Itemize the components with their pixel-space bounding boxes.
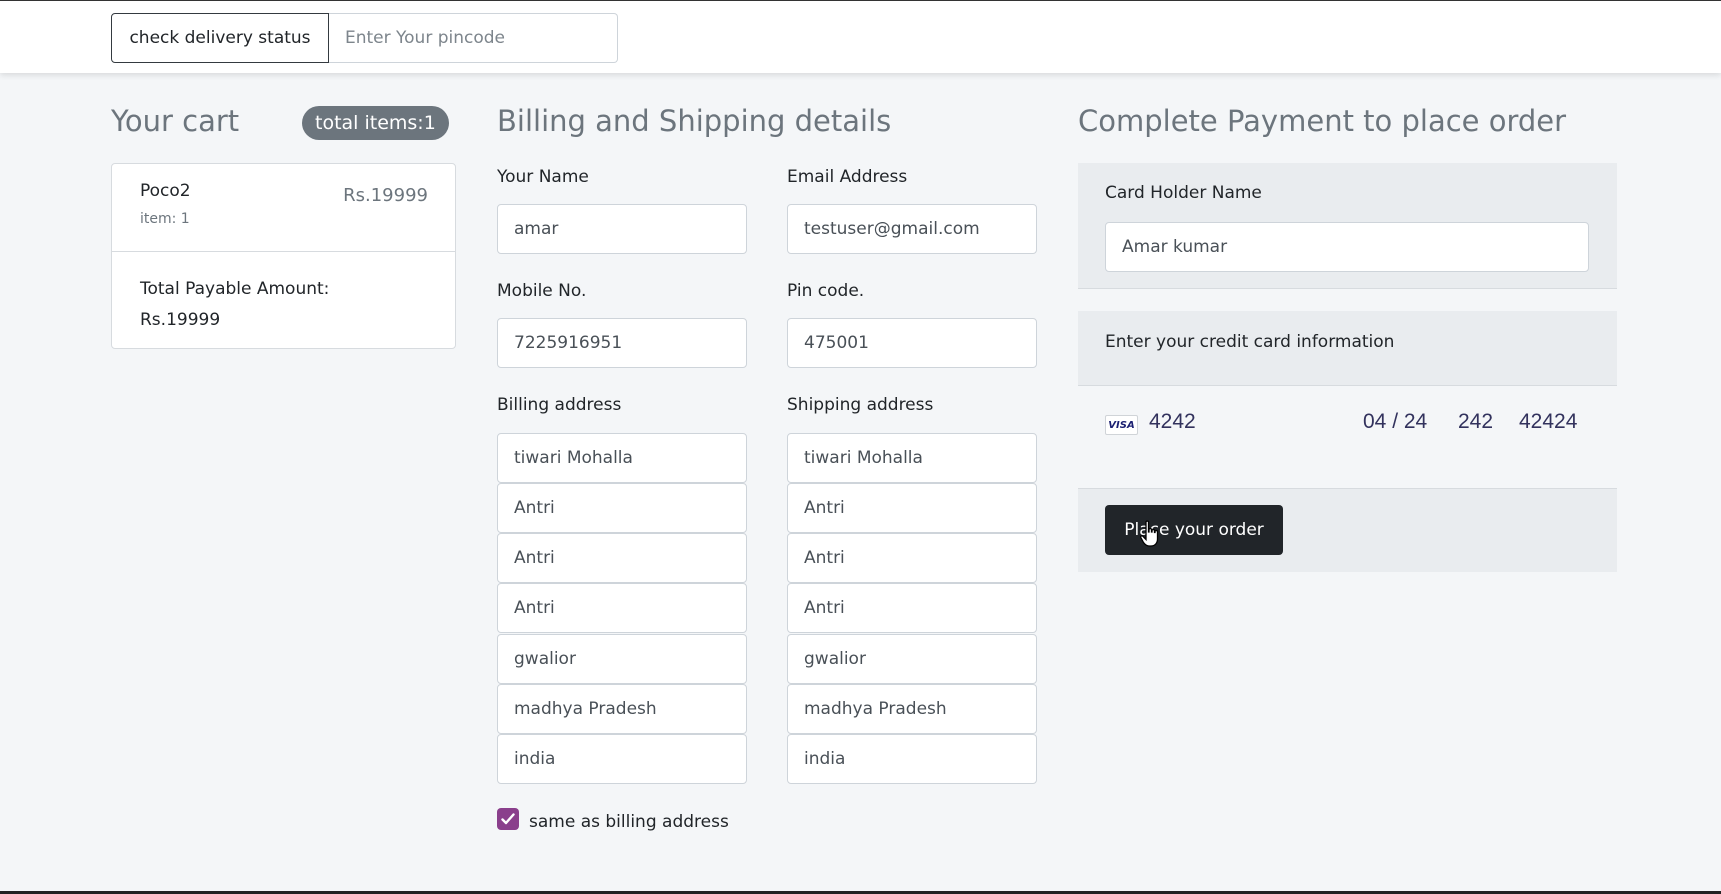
billing-address-line[interactable] (497, 483, 747, 533)
visa-icon: VISA (1105, 415, 1138, 435)
check-delivery-button[interactable]: check delivery status (111, 13, 329, 63)
shipping-address-line[interactable] (787, 433, 1037, 483)
mobile-label: Mobile No. (497, 281, 587, 301)
billing-address-line[interactable] (497, 684, 747, 734)
same-as-billing-checkbox[interactable] (497, 808, 519, 830)
place-order-button[interactable]: Place your order (1105, 505, 1283, 555)
cart-list: Poco2 item: 1 Rs.19999 Total Payable Amo… (111, 163, 456, 349)
shipping-address-line[interactable] (787, 483, 1037, 533)
total-payable-label: Total Payable Amount: (140, 279, 330, 299)
cart-item: Poco2 item: 1 Rs.19999 (112, 164, 455, 252)
card-holder-label: Card Holder Name (1105, 183, 1262, 203)
top-bar: check delivery status (0, 0, 1721, 73)
email-input[interactable] (787, 204, 1037, 254)
pincode-input[interactable] (329, 13, 618, 63)
billing-heading: Billing and Shipping details (497, 104, 892, 138)
shipping-address-line[interactable] (787, 533, 1037, 583)
check-icon (501, 813, 515, 825)
card-expiry-input[interactable]: 04 / 24 (1363, 410, 1427, 434)
billing-address-line[interactable] (497, 634, 747, 684)
total-items-badge: total items:1 (302, 106, 449, 140)
delivery-check-group: check delivery status (111, 13, 618, 63)
billing-address-line[interactable] (497, 583, 747, 633)
card-number-input[interactable]: 4242 (1149, 410, 1196, 434)
cart-item-quantity: item: 1 (140, 211, 190, 227)
card-holder-input[interactable] (1105, 222, 1589, 272)
shipping-address-line[interactable] (787, 734, 1037, 784)
email-label: Email Address (787, 167, 908, 187)
card-zip-input[interactable]: 42424 (1519, 410, 1577, 434)
payment-heading: Complete Payment to place order (1078, 104, 1567, 138)
billing-address-line[interactable] (497, 533, 747, 583)
cart-item-price: Rs.19999 (343, 185, 428, 206)
your-name-input[interactable] (497, 204, 747, 254)
pin-code-input[interactable] (787, 318, 1037, 368)
mobile-input[interactable] (497, 318, 747, 368)
billing-address-label: Billing address (497, 395, 622, 415)
card-cvc-input[interactable]: 242 (1458, 410, 1493, 434)
pin-code-label: Pin code. (787, 281, 865, 301)
card-element[interactable] (1078, 386, 1617, 488)
cart-item-name: Poco2 (140, 181, 191, 201)
your-name-label: Your Name (497, 167, 589, 187)
card-info-label: Enter your credit card information (1105, 332, 1395, 352)
cart-total: Total Payable Amount: Rs.19999 (140, 274, 329, 336)
shipping-address-line[interactable] (787, 583, 1037, 633)
shipping-address-line[interactable] (787, 684, 1037, 734)
total-payable-value: Rs.19999 (140, 310, 221, 330)
shipping-address-label: Shipping address (787, 395, 934, 415)
billing-address-line[interactable] (497, 433, 747, 483)
cart-heading: Your cart (111, 104, 240, 138)
shipping-address-line[interactable] (787, 634, 1037, 684)
billing-address-line[interactable] (497, 734, 747, 784)
hand-cursor-icon (1140, 520, 1159, 547)
same-as-billing-label[interactable]: same as billing address (529, 812, 729, 832)
